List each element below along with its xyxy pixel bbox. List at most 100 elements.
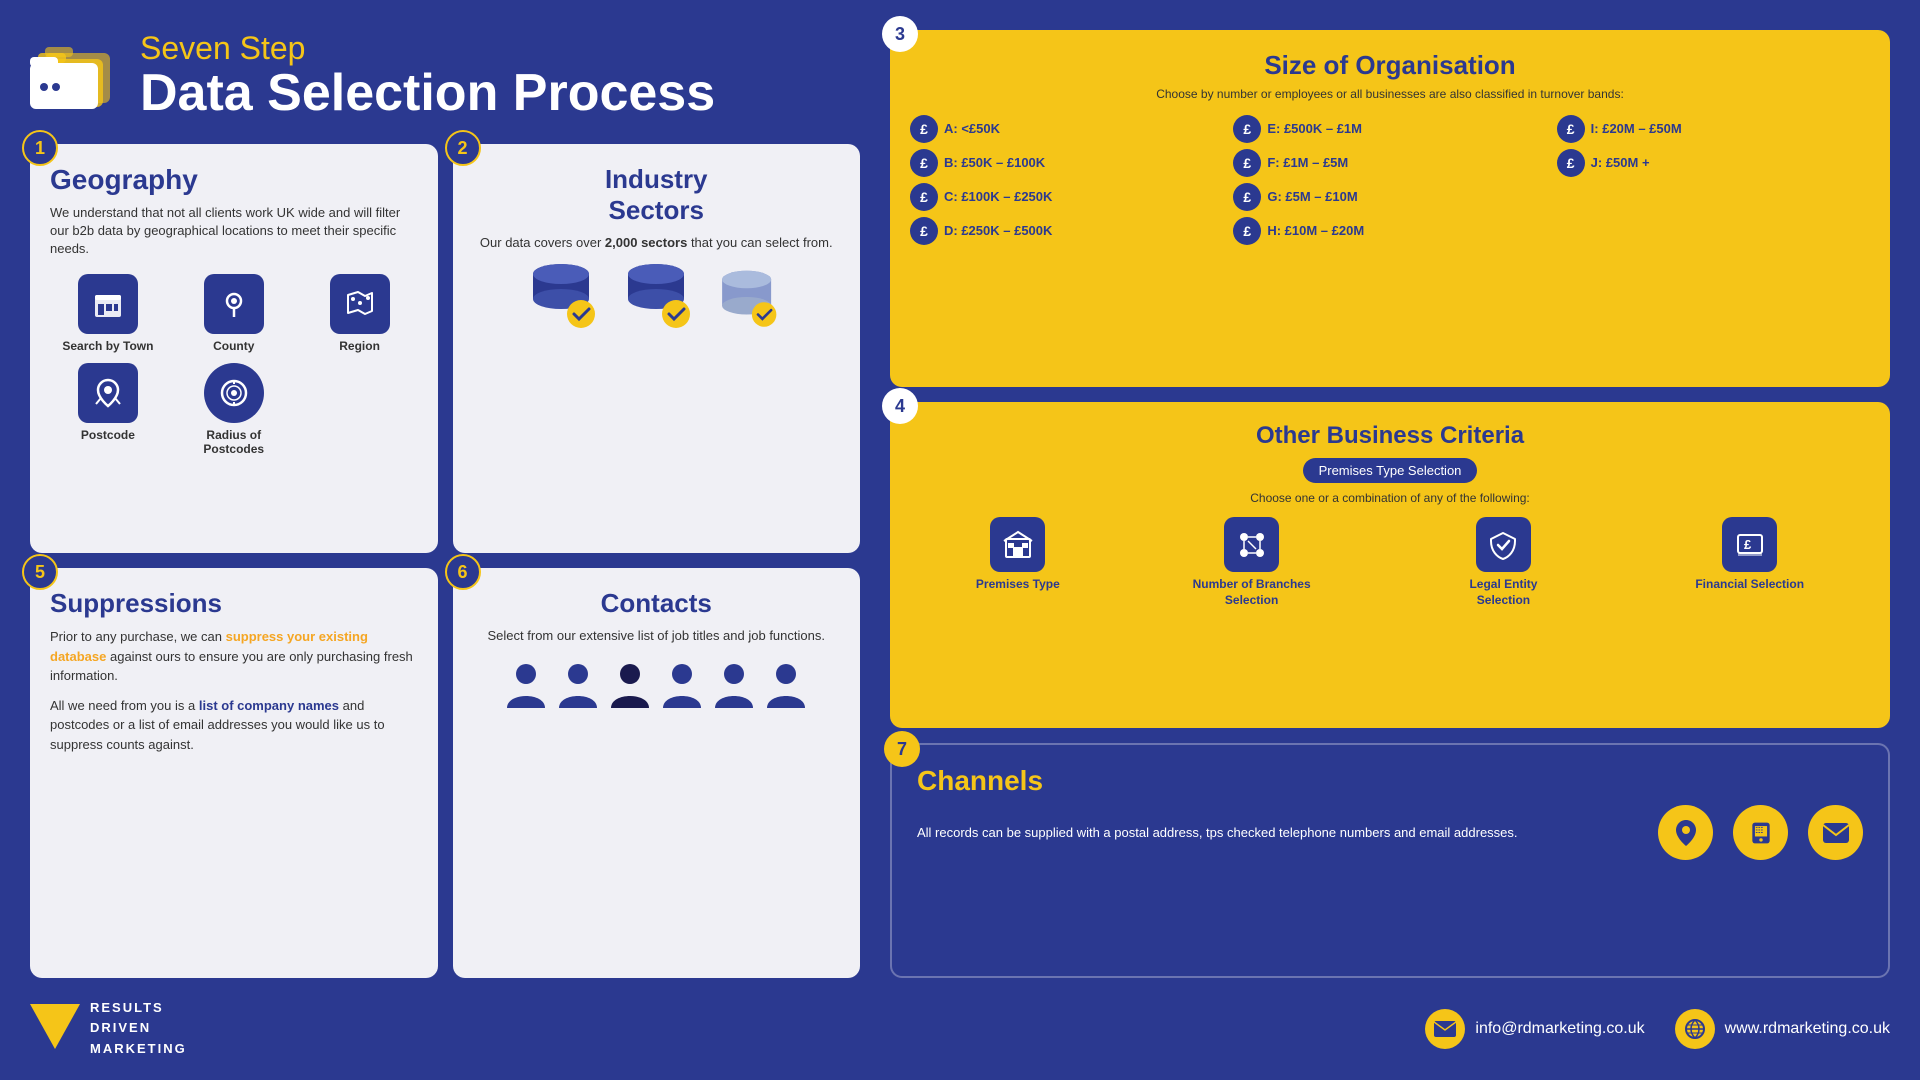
- step3-badge: 3: [882, 16, 918, 52]
- premises-type-badge: Premises Type Selection: [1303, 458, 1478, 483]
- step5-title: Suppressions: [50, 588, 418, 619]
- logo-line3: MARKETING: [90, 1039, 187, 1060]
- geo-region: Region: [302, 274, 418, 353]
- size-item-b: £ B: £50K – £100K: [910, 149, 1223, 177]
- header-icon: [30, 35, 120, 115]
- step1-title: Geography: [50, 164, 418, 196]
- financial-item: £ Financial Selection: [1695, 517, 1804, 593]
- size-item-j: £ J: £50M +: [1557, 149, 1870, 177]
- financial-label: Financial Selection: [1695, 577, 1804, 593]
- channels-inner: All records can be supplied with a posta…: [917, 805, 1863, 860]
- logo-chevron: [30, 1004, 80, 1054]
- logo-line2: DRIVEN: [90, 1018, 187, 1039]
- pound-icon-a: £: [910, 115, 938, 143]
- location-channel-icon: [1658, 805, 1713, 860]
- step3-title: Size of Organisation: [910, 50, 1870, 81]
- pound-icon-d: £: [910, 217, 938, 245]
- size-item-i: £ I: £20M – £50M: [1557, 115, 1870, 143]
- phone-channel-icon: [1733, 805, 1788, 860]
- pound-icon-i: £: [1557, 115, 1585, 143]
- size-label-a: A: <£50K: [944, 121, 1000, 136]
- website-url: www.rdmarketing.co.uk: [1725, 1020, 1890, 1038]
- step5-badge: 5: [22, 554, 58, 590]
- email-channel-icon: [1808, 805, 1863, 860]
- size-label-g: G: £5M – £10M: [1267, 189, 1357, 204]
- logo: RESULTS DRIVEN MARKETING: [30, 998, 187, 1060]
- step6-description: Select from our extensive list of job ti…: [473, 627, 841, 645]
- channels-description: All records can be supplied with a posta…: [917, 823, 1658, 843]
- search-town-icon: [78, 274, 138, 334]
- legal-entity-item: Legal Entity Selection: [1443, 517, 1563, 608]
- email-contact: info@rdmarketing.co.uk: [1425, 1009, 1644, 1049]
- email-address: info@rdmarketing.co.uk: [1475, 1020, 1644, 1038]
- other-business-icons: Premises Type Number of Branches Selecti…: [910, 517, 1870, 608]
- size-grid: £ A: <£50K £ E: £500K – £1M £ I: £20M – …: [910, 115, 1870, 245]
- size-label-d: D: £250K – £500K: [944, 223, 1052, 238]
- step4-choose-text: Choose one or a combination of any of th…: [910, 491, 1870, 505]
- size-item-d: £ D: £250K – £500K: [910, 217, 1223, 245]
- pound-icon-f: £: [1233, 149, 1261, 177]
- geo-search-town: Search by Town: [50, 274, 166, 353]
- pound-icon-h: £: [1233, 217, 1261, 245]
- search-town-label: Search by Town: [62, 339, 153, 353]
- step6-badge: 6: [445, 554, 481, 590]
- step4-card: 4 Other Business Criteria Premises Type …: [890, 402, 1890, 728]
- pound-icon-e: £: [1233, 115, 1261, 143]
- step7-title: Channels: [917, 765, 1863, 797]
- header-title: Data Selection Process: [140, 67, 715, 119]
- branches-label: Number of Branches Selection: [1192, 577, 1312, 608]
- pound-icon-b: £: [910, 149, 938, 177]
- size-label-e: E: £500K – £1M: [1267, 121, 1362, 136]
- step2-title: IndustrySectors: [473, 164, 841, 226]
- size-item-h: £ H: £10M – £20M: [1233, 217, 1546, 245]
- step2-badge: 2: [445, 130, 481, 166]
- branches-icon: [1224, 517, 1279, 572]
- channels-icons: [1658, 805, 1863, 860]
- size-item-c: £ C: £100K – £250K: [910, 183, 1223, 211]
- financial-icon: £: [1722, 517, 1777, 572]
- website-contact: www.rdmarketing.co.uk: [1675, 1009, 1890, 1049]
- pound-icon-g: £: [1233, 183, 1261, 211]
- size-label-h: H: £10M – £20M: [1267, 223, 1364, 238]
- channels-text: All records can be supplied with a posta…: [917, 823, 1658, 843]
- size-item-e: £ E: £500K – £1M: [1233, 115, 1546, 143]
- geo-postcode: Postcode: [50, 363, 166, 456]
- region-icon: [330, 274, 390, 334]
- size-item-g: £ G: £5M – £10M: [1233, 183, 1546, 211]
- region-label: Region: [339, 339, 380, 353]
- step7-card: 7 Channels All records can be supplied w…: [890, 743, 1890, 977]
- postcode-label: Postcode: [81, 428, 135, 442]
- county-icon: [204, 274, 264, 334]
- email-footer-icon: [1425, 1009, 1465, 1049]
- step4-title: Other Business Criteria: [910, 422, 1870, 450]
- premises-type-label: Premises Type: [976, 577, 1060, 593]
- step2-card: 2 IndustrySectors Our data covers over 2…: [453, 144, 861, 553]
- step5-para2: All we need from you is a list of compan…: [50, 696, 418, 755]
- step4-badge: 4: [882, 388, 918, 424]
- step5-card: 5 Suppressions Prior to any purchase, we…: [30, 568, 438, 977]
- step1-badge: 1: [22, 130, 58, 166]
- county-label: County: [213, 339, 254, 353]
- svg-text:£: £: [1744, 537, 1752, 552]
- size-item-f: £ F: £1M – £5M: [1233, 149, 1546, 177]
- step1-card: 1 Geography We understand that not all c…: [30, 144, 438, 553]
- channels-content: Channels All records can be supplied wit…: [917, 765, 1863, 860]
- postcode-icon: [78, 363, 138, 423]
- header: Seven Step Data Selection Process: [30, 30, 860, 129]
- size-label-i: I: £20M – £50M: [1591, 121, 1682, 136]
- right-column: 3 Size of Organisation Choose by number …: [875, 30, 1890, 978]
- globe-footer-icon: [1675, 1009, 1715, 1049]
- size-label-f: F: £1M – £5M: [1267, 155, 1348, 170]
- left-column: 1 Geography We understand that not all c…: [30, 144, 860, 978]
- person-icons: [473, 660, 841, 712]
- footer: RESULTS DRIVEN MARKETING info@rdmarketin…: [30, 993, 1890, 1060]
- legal-entity-icon: [1476, 517, 1531, 572]
- step2-description: Our data covers over 2,000 sectors that …: [473, 234, 841, 252]
- size-item-a: £ A: <£50K: [910, 115, 1223, 143]
- step3-subtitle: Choose by number or employees or all bus…: [910, 86, 1870, 103]
- step3-card: 3 Size of Organisation Choose by number …: [890, 30, 1890, 387]
- geo-icons-grid: Search by Town County: [50, 274, 418, 456]
- step6-card: 6 Contacts Select from our extensive lis…: [453, 568, 861, 977]
- step7-badge: 7: [884, 731, 920, 767]
- header-text: Seven Step Data Selection Process: [140, 30, 715, 119]
